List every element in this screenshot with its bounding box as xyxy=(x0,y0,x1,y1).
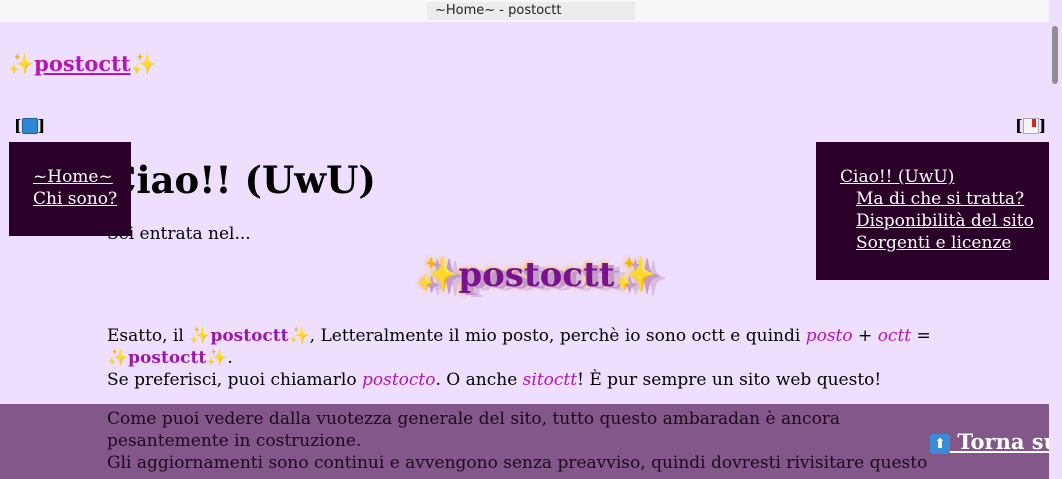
paragraph-nicknames: Se preferisci, puoi chiamarlo postocto. … xyxy=(107,370,882,390)
scrollbar-thumb[interactable] xyxy=(1052,26,1058,84)
paragraph-intro: Esatto, il ✨postoctt✨, Letteralmente il … xyxy=(107,326,931,368)
nav-link-home[interactable]: ~Home~ xyxy=(33,166,131,188)
blue-book-icon xyxy=(21,118,38,134)
back-to-top-label: Torna su xyxy=(957,429,1049,454)
page: ~Home~ - postoctt ✨postoctt✨ [] [] Ciao!… xyxy=(0,0,1049,479)
sidebar-right-toggle[interactable]: [] xyxy=(1015,116,1046,135)
back-to-top-link[interactable]: ⬆ Torna su xyxy=(930,429,1049,454)
site-title-banner: ✨postoctt✨ xyxy=(416,255,657,295)
toc-link-sorgenti-licenze[interactable]: Sorgenti e licenze xyxy=(840,232,1049,254)
nav-link-about[interactable]: Chi sono? xyxy=(33,188,131,210)
sidebar-left-toggle[interactable]: [] xyxy=(14,116,45,135)
toc-link-di-che-si-tratta[interactable]: Ma di che si tratta? xyxy=(840,188,1049,210)
logo-text: postoctt xyxy=(34,51,131,76)
bookmark-icon xyxy=(1022,118,1039,134)
brand-name: postoctt xyxy=(210,326,289,346)
sparkle-icon: ✨ xyxy=(107,348,129,368)
sidebar-left: ~Home~ Chi sono? xyxy=(9,142,131,236)
sparkle-icon: ✨ xyxy=(130,51,157,76)
sparkle-icon: ✨ xyxy=(189,326,211,346)
sparkle-icon: ✨ xyxy=(206,348,228,368)
sparkle-icon: ✨ xyxy=(8,51,35,76)
arrow-up-icon: ⬆ xyxy=(930,434,950,454)
window-titlebar: ~Home~ - postoctt xyxy=(0,0,1049,22)
scrollbar[interactable] xyxy=(1049,22,1062,479)
construction-notice: Come puoi vedere dalla vuotezza generale… xyxy=(107,409,928,473)
brand-name: postoctt xyxy=(128,348,207,368)
window-title: ~Home~ - postoctt xyxy=(427,2,635,20)
site-logo-link[interactable]: ✨postoctt✨ xyxy=(8,51,157,77)
sidebar-right-toc: Ciao!! (UwU) Ma di che si tratta? Dispon… xyxy=(816,142,1049,280)
page-title: Ciao!! (UwU) xyxy=(107,158,376,202)
sparkle-icon: ✨ xyxy=(288,326,310,346)
toc-link-disponibilita[interactable]: Disponibilità del sito xyxy=(840,210,1049,232)
toc-link-ciao[interactable]: Ciao!! (UwU) xyxy=(840,166,1049,188)
